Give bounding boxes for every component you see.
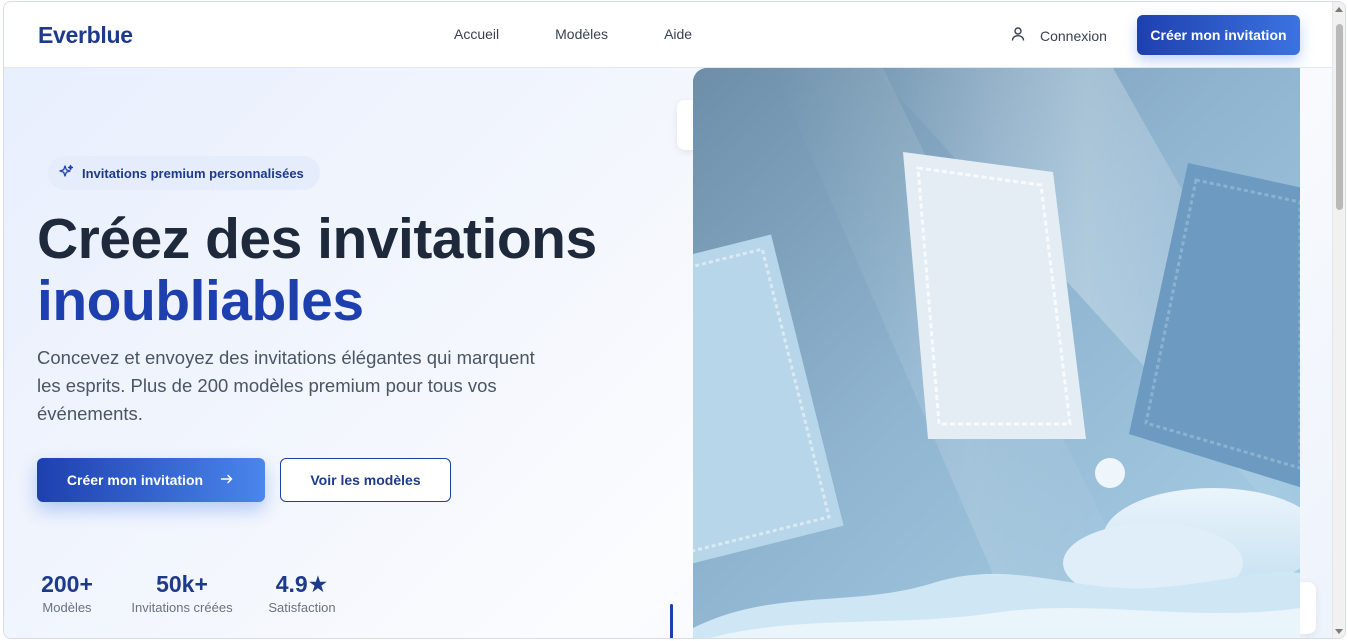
stat-value: 4.9★: [275, 571, 329, 597]
create-invitation-button[interactable]: Créer mon invitation: [37, 458, 265, 502]
site-header: Everblue Accueil Modèles Aide Connexion …: [4, 2, 1334, 68]
hero-description: Concevez et envoyez des invitations élég…: [37, 347, 535, 424]
floating-card-edge: [1300, 582, 1316, 634]
browser-viewport: Everblue Accueil Modèles Aide Connexion …: [3, 1, 1346, 639]
hero-section: Invitations premium personnalisées Créez…: [4, 68, 1334, 638]
premium-badge-label: Invitations premium personnalisées: [82, 165, 304, 181]
stat-value: 50k+: [156, 571, 208, 597]
login-label: Connexion: [1040, 27, 1107, 44]
nav-link-aide[interactable]: Aide: [664, 26, 692, 42]
hero-image: [693, 68, 1300, 638]
main-nav: Accueil Modèles Aide: [454, 26, 692, 42]
view-templates-button[interactable]: Voir les modèles: [280, 458, 451, 502]
vertical-scrollbar[interactable]: [1332, 2, 1345, 638]
accent-bar: [670, 604, 673, 638]
hero-title: Créez des invitations inoubliables: [37, 208, 597, 332]
hero-title-line1: Créez des invitations: [37, 207, 597, 271]
stat-templates: 200+ Modèles: [37, 570, 97, 615]
stat-label: Invitations créées: [131, 600, 233, 615]
scrollbar-thumb[interactable]: [1336, 24, 1343, 210]
floating-invitations-illustration: [693, 68, 1300, 638]
scroll-down-icon[interactable]: [1335, 629, 1343, 634]
stat-satisfaction: 4.9★ Satisfaction: [265, 570, 339, 615]
create-invitation-header-button[interactable]: Créer mon invitation: [1137, 15, 1300, 55]
user-icon: [1010, 26, 1026, 45]
sparkles-icon: [58, 164, 74, 183]
nav-link-modeles[interactable]: Modèles: [555, 26, 608, 42]
login-link[interactable]: Connexion: [1010, 26, 1107, 45]
nav-link-accueil[interactable]: Accueil: [454, 26, 499, 42]
create-invitation-label: Créer mon invitation: [66, 472, 204, 488]
stat-label: Satisfaction: [268, 600, 336, 615]
arrow-right-icon: [219, 471, 235, 490]
stat-value: 200+: [41, 571, 93, 597]
scroll-up-icon[interactable]: [1335, 7, 1343, 12]
hero-title-accent: inoubliables: [37, 269, 364, 333]
stat-invitations: 50k+ Invitations créées: [126, 570, 238, 615]
logo[interactable]: Everblue: [38, 22, 133, 49]
premium-badge: Invitations premium personnalisées: [48, 156, 320, 190]
stat-label: Modèles: [42, 600, 92, 615]
